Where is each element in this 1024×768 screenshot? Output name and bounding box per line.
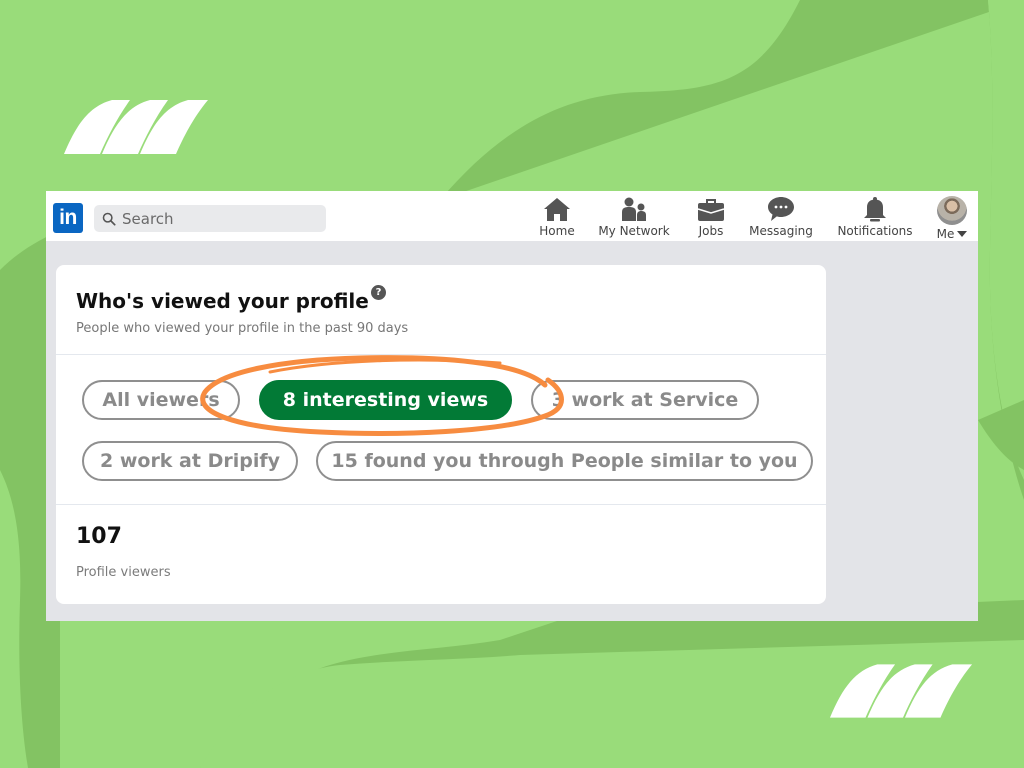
brand-logo-top: [64, 100, 208, 154]
profile-views-card: Who's viewed your profile ? People who v…: [56, 265, 826, 604]
search-input[interactable]: Search: [94, 205, 326, 232]
filter-people-similar[interactable]: 15 found you through People similar to y…: [316, 441, 813, 481]
nav-notifications[interactable]: Notifications: [833, 196, 917, 241]
avatar: [937, 196, 967, 225]
nav-my-network[interactable]: My Network: [595, 196, 673, 241]
brand-logo-bottom: [829, 664, 973, 718]
home-icon: [544, 198, 570, 221]
profile-viewers-count: 107: [76, 524, 122, 549]
search-icon: [102, 212, 116, 226]
filter-all-viewers[interactable]: All viewers: [82, 380, 240, 420]
filter-work-at-dripify[interactable]: 2 work at Dripify: [82, 441, 298, 481]
chevron-down-icon: [957, 231, 968, 237]
nav-jobs-label: Jobs: [698, 224, 724, 238]
nav-home[interactable]: Home: [535, 196, 579, 241]
nav-me-label: Me: [936, 227, 955, 241]
nav-home-label: Home: [539, 224, 575, 238]
nav-my-network-label: My Network: [598, 224, 670, 238]
chat-icon: [768, 197, 794, 221]
linkedin-window: in Search Home My Network Jobs Messaging…: [46, 191, 978, 621]
nav-messaging[interactable]: Messaging: [746, 196, 816, 241]
help-icon[interactable]: ?: [371, 285, 386, 300]
search-placeholder: Search: [122, 209, 174, 228]
card-subtitle: People who viewed your profile in the pa…: [76, 321, 409, 336]
top-navigation-bar: in Search Home My Network Jobs Messaging…: [46, 191, 978, 241]
nav-jobs[interactable]: Jobs: [690, 196, 732, 241]
bell-icon: [864, 197, 886, 222]
profile-viewers-label: Profile viewers: [76, 565, 171, 580]
nav-notifications-label: Notifications: [837, 224, 913, 238]
filter-interesting-views[interactable]: 8 interesting views: [259, 380, 512, 420]
card-title: Who's viewed your profile: [76, 289, 369, 313]
nav-messaging-label: Messaging: [749, 224, 813, 238]
briefcase-icon: [697, 199, 725, 221]
nav-me[interactable]: Me: [932, 196, 972, 241]
divider: [56, 354, 826, 355]
divider: [56, 504, 826, 505]
linkedin-logo[interactable]: in: [53, 203, 83, 233]
network-icon: [622, 197, 646, 221]
filter-work-at-service[interactable]: 3 work at Service: [531, 380, 759, 420]
